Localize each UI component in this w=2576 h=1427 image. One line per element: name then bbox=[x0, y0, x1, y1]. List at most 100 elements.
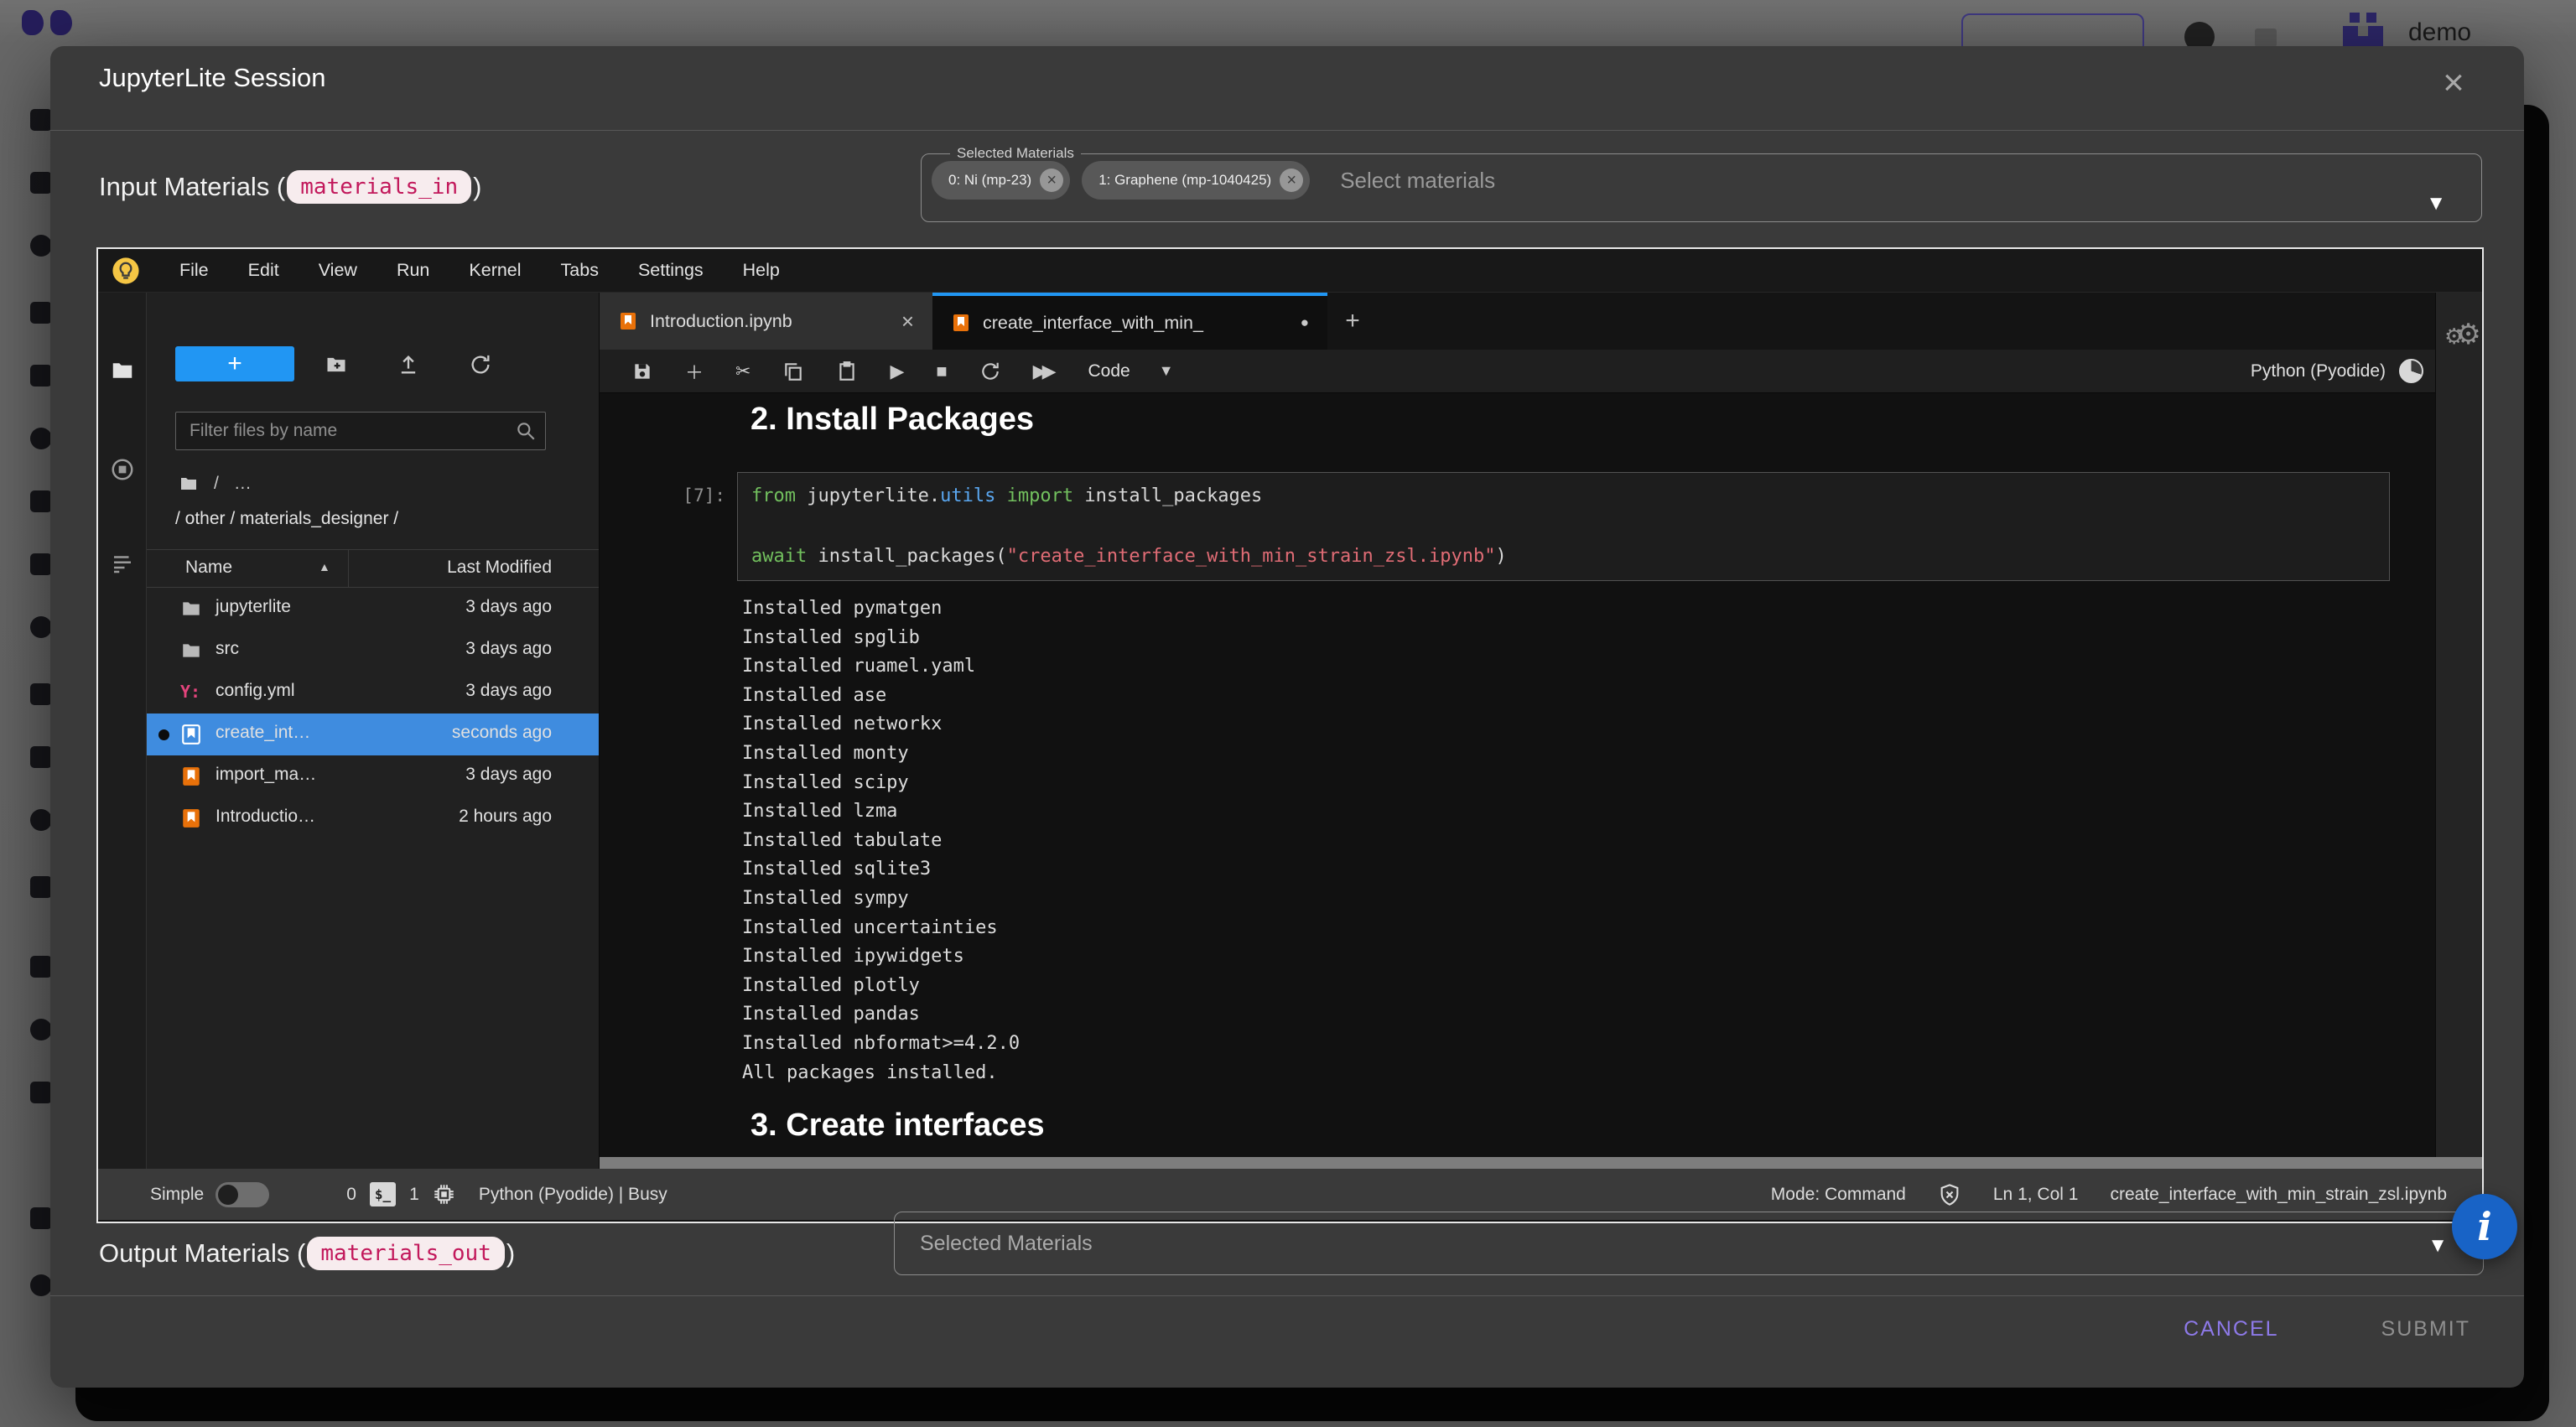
kernel-status[interactable]: Python (Pyodide) | Busy bbox=[479, 1185, 667, 1205]
output-line: Installed ase bbox=[742, 682, 1020, 711]
kernel-busy-icon bbox=[2399, 359, 2423, 383]
cursor-position[interactable]: Ln 1, Col 1 bbox=[1993, 1185, 2079, 1205]
horizontal-scrollbar[interactable] bbox=[600, 1157, 2482, 1169]
file-row[interactable]: import_ma…3 days ago bbox=[147, 755, 599, 797]
menu-tabs[interactable]: Tabs bbox=[561, 260, 599, 281]
simple-mode-toggle[interactable] bbox=[216, 1182, 269, 1207]
file-name: create_int… bbox=[216, 723, 310, 743]
output-line: Installed sympy bbox=[742, 885, 1020, 914]
save-icon[interactable] bbox=[631, 361, 653, 382]
home-folder-icon[interactable] bbox=[179, 474, 199, 494]
lab-menubar: File Edit View Run Kernel Tabs Settings Help bbox=[98, 249, 2482, 293]
stop-kernel-icon[interactable]: ■ bbox=[936, 361, 947, 382]
chevron-down-icon[interactable]: ▼ bbox=[2428, 1234, 2448, 1258]
menu-edit[interactable]: Edit bbox=[248, 260, 279, 281]
code-cell[interactable]: from jupyterlite.utils import install_pa… bbox=[737, 472, 2390, 581]
copy-cells-icon[interactable] bbox=[782, 361, 804, 382]
output-materials-suffix: ) bbox=[506, 1238, 515, 1269]
menu-run[interactable]: Run bbox=[397, 260, 429, 281]
new-launcher-button[interactable]: + bbox=[175, 346, 294, 381]
file-filter-input[interactable] bbox=[188, 416, 501, 446]
output-materials-prefix: Output Materials ( bbox=[99, 1238, 305, 1269]
output-materials-select[interactable]: Selected Materials ▼ bbox=[894, 1212, 2484, 1275]
jupyterlite-session-modal: JupyterLite Session × Input Materials ( … bbox=[50, 46, 2524, 1388]
kernels-count: 1 bbox=[409, 1185, 419, 1205]
output-line: Installed sqlite3 bbox=[742, 855, 1020, 885]
file-row[interactable]: src3 days ago bbox=[147, 630, 599, 672]
running-indicator-dot bbox=[158, 729, 169, 740]
menu-help[interactable]: Help bbox=[743, 260, 780, 281]
chip-remove-icon[interactable]: × bbox=[1040, 169, 1063, 192]
header-divider bbox=[50, 130, 2524, 131]
file-row[interactable]: Introductio…2 hours ago bbox=[147, 797, 599, 839]
restart-kernel-icon[interactable] bbox=[979, 361, 1001, 382]
table-of-contents-icon[interactable] bbox=[110, 551, 135, 576]
cut-cells-icon[interactable]: ✂ bbox=[735, 361, 750, 382]
column-last-modified[interactable]: Last Modified bbox=[447, 558, 552, 578]
file-row[interactable]: jupyterlite3 days ago bbox=[147, 588, 599, 630]
file-name: jupyterlite bbox=[216, 597, 291, 617]
paste-cells-icon[interactable] bbox=[836, 361, 858, 382]
tab-bar: Introduction.ipynb×create_interface_with… bbox=[600, 293, 2435, 350]
modal-footer: CANCEL SUBMIT bbox=[2179, 1316, 2475, 1342]
run-cell-icon[interactable]: ▶ bbox=[890, 361, 904, 382]
cell-type-chevron-icon[interactable]: ▼ bbox=[1159, 362, 1174, 380]
notebook-tab[interactable]: Introduction.ipynb× bbox=[600, 293, 932, 350]
file-name: Introductio… bbox=[216, 807, 315, 827]
output-materials-variable: materials_out bbox=[307, 1237, 505, 1270]
selected-materials-field[interactable]: Selected Materials 0: Ni (mp-23)×1: Grap… bbox=[921, 145, 2482, 222]
search-icon bbox=[515, 420, 537, 442]
running-kernels-icon[interactable] bbox=[110, 457, 135, 482]
file-row[interactable]: create_int…seconds ago bbox=[147, 714, 599, 755]
property-inspector-icon[interactable]: ⚙⚙ bbox=[2444, 318, 2473, 351]
output-line: Installed pymatgen bbox=[742, 594, 1020, 624]
notebook-file-icon bbox=[180, 724, 202, 745]
output-line: Installed pandas bbox=[742, 1000, 1020, 1030]
code-line bbox=[751, 511, 2376, 542]
refresh-icon[interactable] bbox=[469, 353, 492, 376]
notebook-file-icon bbox=[951, 313, 971, 333]
output-line: Installed nbformat>=4.2.0 bbox=[742, 1030, 1020, 1059]
info-button[interactable]: i bbox=[2452, 1194, 2517, 1259]
new-folder-icon[interactable] bbox=[325, 353, 348, 376]
menu-kernel[interactable]: Kernel bbox=[469, 260, 521, 281]
column-name[interactable]: Name bbox=[185, 558, 232, 578]
folder-icon bbox=[180, 598, 202, 620]
restart-run-all-icon[interactable]: ▶▶ bbox=[1033, 361, 1052, 382]
file-modified: 3 days ago bbox=[465, 639, 552, 659]
selected-materials-chips: 0: Ni (mp-23)×1: Graphene (mp-1040425)× … bbox=[932, 158, 2481, 202]
file-name: config.yml bbox=[216, 681, 295, 701]
input-materials-label: Input Materials ( materials_in ) bbox=[99, 163, 481, 210]
sort-ascending-icon[interactable]: ▲ bbox=[319, 560, 330, 573]
menu-settings[interactable]: Settings bbox=[638, 260, 704, 281]
submit-button[interactable]: SUBMIT bbox=[2376, 1316, 2475, 1342]
breadcrumb-ellipsis[interactable]: … bbox=[234, 474, 252, 494]
command-mode-indicator[interactable]: Mode: Command bbox=[1771, 1185, 1906, 1205]
breadcrumb-root[interactable]: / bbox=[214, 474, 219, 494]
output-select-value: Selected Materials bbox=[920, 1232, 1093, 1256]
chevron-down-icon[interactable]: ▼ bbox=[2426, 192, 2446, 215]
notebook-tab[interactable]: create_interface_with_min_● bbox=[932, 293, 1327, 350]
menu-view[interactable]: View bbox=[319, 260, 357, 281]
cell-type-select[interactable]: Code bbox=[1088, 361, 1130, 381]
unsaved-changes-dot: ● bbox=[1301, 314, 1309, 331]
file-browser-icon[interactable] bbox=[110, 358, 135, 383]
kernel-name[interactable]: Python (Pyodide) bbox=[2251, 361, 2386, 381]
insert-cell-icon[interactable]: ＋ bbox=[685, 358, 704, 385]
tab-close-icon[interactable]: × bbox=[901, 309, 914, 335]
input-materials-prefix: Input Materials ( bbox=[99, 172, 285, 202]
cell-prompt: [7]: bbox=[633, 485, 725, 506]
file-row[interactable]: Y:config.yml3 days ago bbox=[147, 672, 599, 714]
folder-icon bbox=[180, 640, 202, 662]
upload-icon[interactable] bbox=[397, 353, 420, 376]
breadcrumb-path[interactable]: / other / materials_designer / bbox=[175, 509, 398, 529]
new-tab-button[interactable]: + bbox=[1327, 293, 1378, 350]
material-chip[interactable]: 1: Graphene (mp-1040425)× bbox=[1082, 161, 1310, 200]
chip-remove-icon[interactable]: × bbox=[1280, 169, 1303, 192]
cancel-button[interactable]: CANCEL bbox=[2179, 1316, 2283, 1342]
menu-file[interactable]: File bbox=[179, 260, 209, 281]
page: demo JupyterLite Session × Input Materia… bbox=[0, 0, 2576, 1427]
close-icon[interactable]: × bbox=[2430, 60, 2477, 106]
notifications-off-icon[interactable] bbox=[1938, 1183, 1961, 1206]
material-chip[interactable]: 0: Ni (mp-23)× bbox=[932, 161, 1070, 200]
